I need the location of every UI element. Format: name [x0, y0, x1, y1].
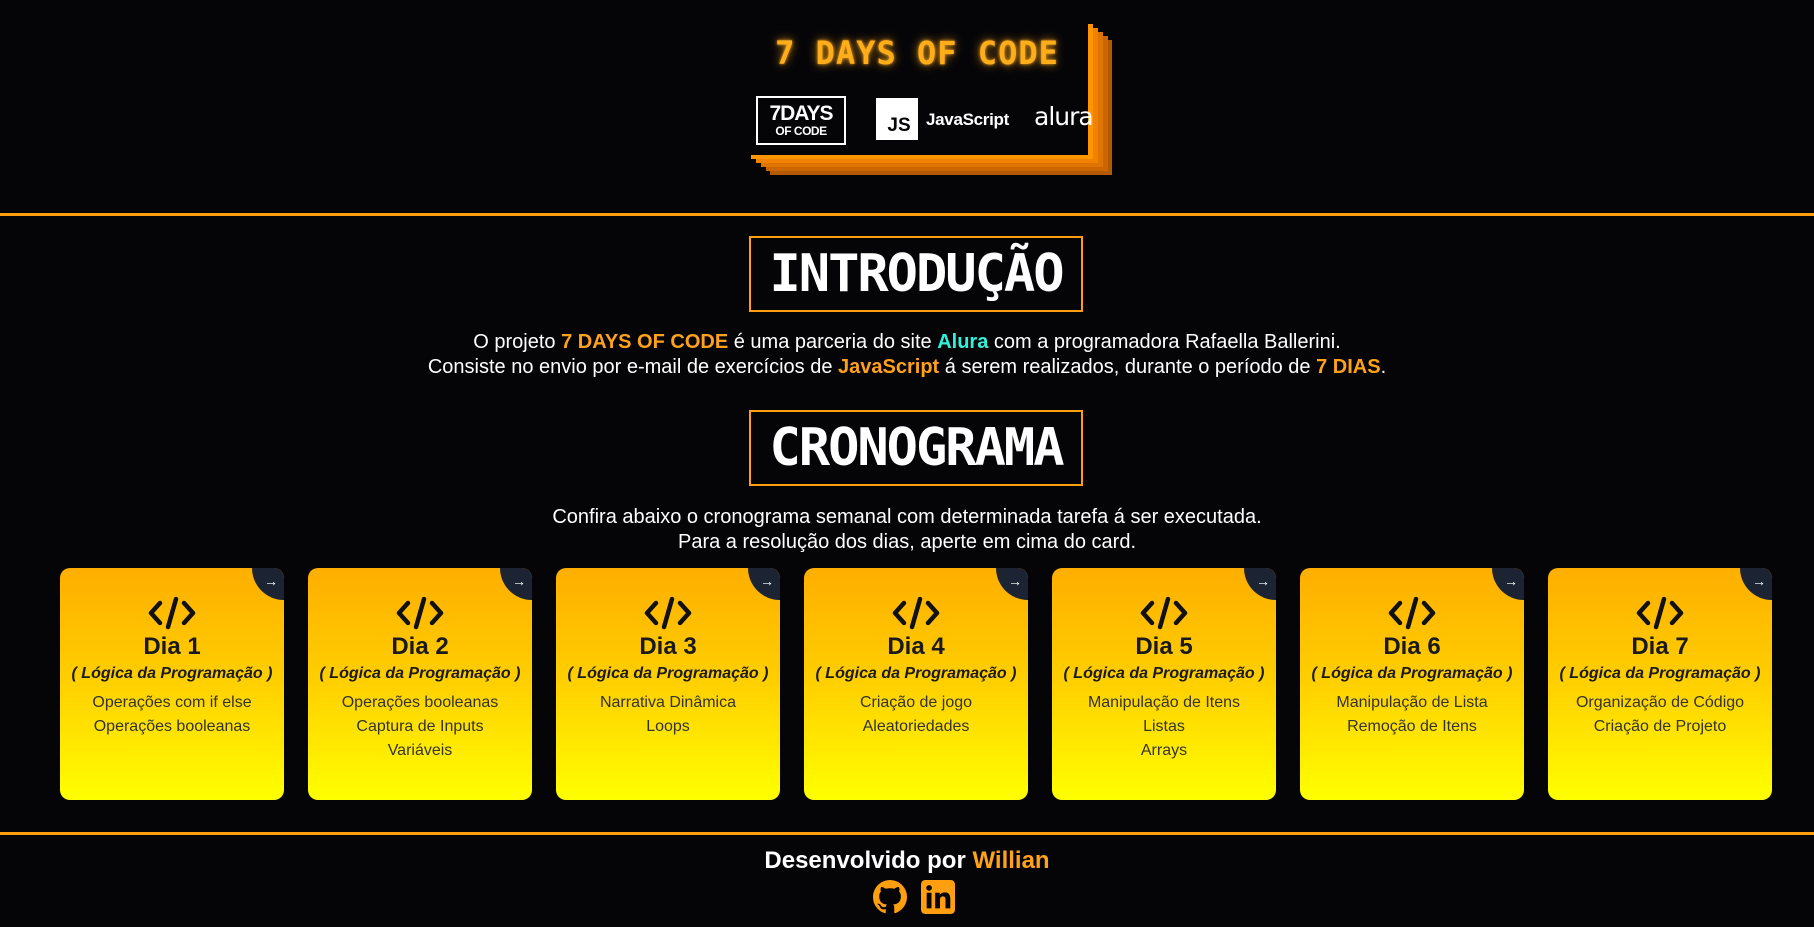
header: 7 DAYS OF CODE 7DAYS OF CODE JS JavaScri… — [0, 0, 1814, 213]
highlight-project: 7 DAYS OF CODE — [561, 331, 729, 353]
footer-label: Desenvolvido por — [764, 847, 973, 874]
card-day-title: Dia 5 — [1135, 633, 1193, 660]
code-icon — [1636, 596, 1684, 630]
code-icon — [1140, 596, 1188, 630]
schedule-paragraph: Confira abaixo o cronograma semanal com … — [0, 505, 1814, 555]
code-icon — [396, 596, 444, 630]
card-day-title: Dia 4 — [887, 633, 945, 660]
social-links — [873, 880, 957, 914]
intro-text: O projeto — [473, 331, 562, 353]
card-day-title: Dia 3 — [639, 633, 697, 660]
card-topics: Organização de Código Criação de Projeto — [1548, 691, 1772, 739]
arrow-right-icon[interactable]: → — [1740, 568, 1772, 600]
schedule-title: CRONOGRAMA — [749, 410, 1083, 486]
alura-logo: alura — [1034, 102, 1094, 131]
code-icon — [644, 596, 692, 630]
card-topic: Operações booleanas — [93, 718, 251, 735]
day-card[interactable]: → Dia 6 ( Lógica da Programação ) Manipulaç… — [1300, 568, 1524, 800]
card-subtitle: ( Lógica da Programação ) — [1063, 665, 1265, 682]
7days-logo: 7DAYS OF CODE — [756, 96, 846, 145]
arrow-right-icon[interactable]: → — [500, 568, 532, 600]
card-subtitle: ( Lógica da Programação ) — [71, 665, 273, 682]
schedule-cards: → Dia 1 ( Lógica da Programação ) Operações… — [60, 568, 1774, 800]
card-topics: Operações booleanas Captura de Inputs Vari… — [308, 691, 532, 763]
day-card[interactable]: → Dia 2 ( Lógica da Programação ) Operações… — [308, 568, 532, 800]
card-topic: Manipulação de Lista — [1336, 694, 1488, 711]
card-topic: Narrativa Dinâmica — [599, 694, 737, 711]
day-card[interactable]: → Dia 4 ( Lógica da Programação ) Criação d… — [804, 568, 1028, 800]
intro-text: Consiste no envio por e-mail de exercíci… — [427, 356, 839, 378]
javascript-logo-text: JavaScript — [926, 110, 1009, 129]
card-topic: Remoção de Itens — [1347, 718, 1477, 735]
intro-text: com a programadora Rafaella Ballerini. — [988, 331, 1341, 353]
card-topic: Operações com if else — [92, 694, 252, 711]
card-topics: Manipulação de Lista Remoção de Itens — [1300, 691, 1524, 739]
card-topic: Listas — [1143, 718, 1185, 735]
intro-line-2: Consiste no envio por e-mail de exercíci… — [0, 355, 1814, 380]
card-topics: Operações com if else Operações booleanas — [60, 691, 284, 739]
code-icon — [1388, 596, 1436, 630]
intro-paragraph: O projeto 7 DAYS OF CODE é uma parceria … — [0, 330, 1814, 380]
intro-title: INTRODUÇÃO — [749, 236, 1083, 312]
card-subtitle: ( Lógica da Programação ) — [319, 665, 521, 682]
footer-author: Willian — [972, 847, 1050, 874]
card-subtitle: ( Lógica da Programação ) — [567, 665, 769, 682]
intro-text: . — [1380, 356, 1387, 378]
highlight-javascript: JavaScript — [838, 356, 940, 378]
card-topic: Criação de Projeto — [1593, 718, 1727, 735]
card-topic: Aleatoriedades — [862, 718, 970, 735]
arrow-right-icon[interactable]: → — [1244, 568, 1276, 600]
highlight-7-dias: 7 DIAS — [1316, 356, 1381, 378]
card-topic: Organização de Código — [1575, 694, 1745, 711]
card-day-title: Dia 6 — [1383, 633, 1441, 660]
card-subtitle: ( Lógica da Programação ) — [1311, 665, 1513, 682]
schedule-line-2: Para a resolução dos dias, aperte em cim… — [677, 531, 1137, 553]
card-topics: Manipulação de Itens Listas Arrays — [1052, 691, 1276, 763]
card-subtitle: ( Lógica da Programação ) — [1559, 665, 1761, 682]
card-topic: Operações booleanas — [341, 694, 499, 711]
divider — [0, 832, 1814, 835]
javascript-logo: JS — [876, 98, 918, 140]
github-icon[interactable] — [873, 880, 907, 914]
card-topic: Arrays — [1140, 742, 1188, 759]
arrow-right-icon[interactable]: → — [996, 568, 1028, 600]
card-day-title: Dia 2 — [391, 633, 449, 660]
card-topic: Captura de Inputs — [356, 718, 484, 735]
7days-logo-line2: OF CODE — [775, 124, 827, 138]
schedule-line-1: Confira abaixo o cronograma semanal com … — [552, 506, 1262, 528]
intro-line-1: O projeto 7 DAYS OF CODE é uma parceria … — [0, 330, 1814, 355]
card-topics: Narrativa Dinâmica Loops — [556, 691, 780, 739]
card-subtitle: ( Lógica da Programação ) — [815, 665, 1017, 682]
arrow-right-icon[interactable]: → — [252, 568, 284, 600]
banner-title: 7 DAYS OF CODE — [775, 34, 1059, 72]
footer-credit: Desenvolvido por Willian — [0, 847, 1814, 875]
divider — [0, 213, 1814, 216]
linkedin-icon[interactable] — [921, 880, 955, 914]
intro-text: á serem realizados, durante o período de — [939, 356, 1317, 378]
code-icon — [892, 596, 940, 630]
intro-text: é uma parceria do site — [728, 331, 938, 353]
arrow-right-icon[interactable]: → — [748, 568, 780, 600]
arrow-right-icon[interactable]: → — [1492, 568, 1524, 600]
card-topic: Loops — [646, 718, 690, 735]
day-card[interactable]: → Dia 5 ( Lógica da Programação ) Manipulaç… — [1052, 568, 1276, 800]
code-icon — [148, 596, 196, 630]
day-card[interactable]: → Dia 1 ( Lógica da Programação ) Operações… — [60, 568, 284, 800]
day-card[interactable]: → Dia 7 ( Lógica da Programação ) Organizaç… — [1548, 568, 1772, 800]
banner-panel: 7 DAYS OF CODE 7DAYS OF CODE JS JavaScri… — [746, 20, 1094, 155]
day-card[interactable]: → Dia 3 ( Lógica da Programação ) Narrativa… — [556, 568, 780, 800]
card-day-title: Dia 1 — [143, 633, 201, 660]
card-topic: Manipulação de Itens — [1087, 694, 1241, 711]
highlight-alura: Alura — [937, 331, 989, 353]
banner: 7 DAYS OF CODE 7DAYS OF CODE JS JavaScri… — [746, 20, 1116, 175]
card-day-title: Dia 7 — [1631, 633, 1689, 660]
card-topic: Variáveis — [387, 742, 453, 759]
card-topic: Criação de jogo — [859, 694, 973, 711]
card-topics: Criação de jogo Aleatoriedades — [804, 691, 1028, 739]
7days-logo-line1: 7DAYS — [769, 102, 833, 125]
